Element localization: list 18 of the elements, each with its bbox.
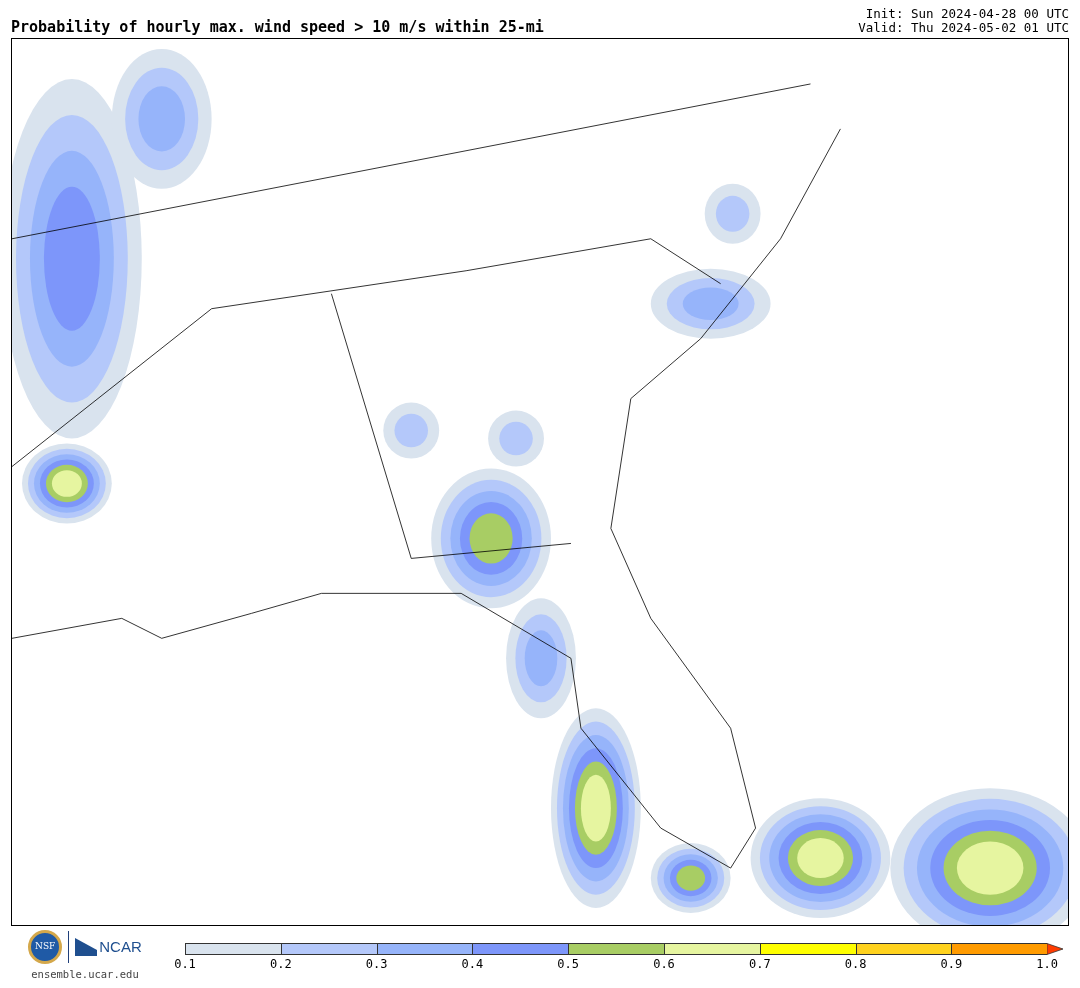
- end-arrow-icon: [1047, 943, 1065, 955]
- scale-tick-label: 0.6: [653, 958, 675, 970]
- valid-time: Valid: Thu 2024-05-02 01 UTC: [858, 21, 1069, 35]
- scale-tick-label: 0.7: [748, 958, 771, 970]
- scale-tick-label: 0.1: [174, 958, 196, 970]
- scale-tick-label: 1.0: [1036, 958, 1059, 970]
- site-link[interactable]: ensemble.ucar.edu: [31, 967, 139, 983]
- scale-tick-label: 0.4: [461, 958, 484, 970]
- scale-tick-label: 0.2: [269, 958, 292, 970]
- chart-title: Probability of hourly max. wind speed > 10 m/s within 25-mi: [11, 20, 544, 35]
- init-time: Init: Sun 2024-04-28 00 UTC: [865, 7, 1069, 21]
- scale-tick-label: 0.5: [557, 958, 580, 970]
- scale-tick-label: 0.3: [365, 958, 388, 970]
- nsf-logo: NSF: [28, 930, 63, 964]
- scale-tick-label: 0.9: [940, 958, 963, 970]
- ncar-logo: NCAR: [75, 935, 142, 959]
- scale-tick-label: 0.8: [844, 958, 867, 970]
- ncar-emblem-icon: [75, 938, 98, 956]
